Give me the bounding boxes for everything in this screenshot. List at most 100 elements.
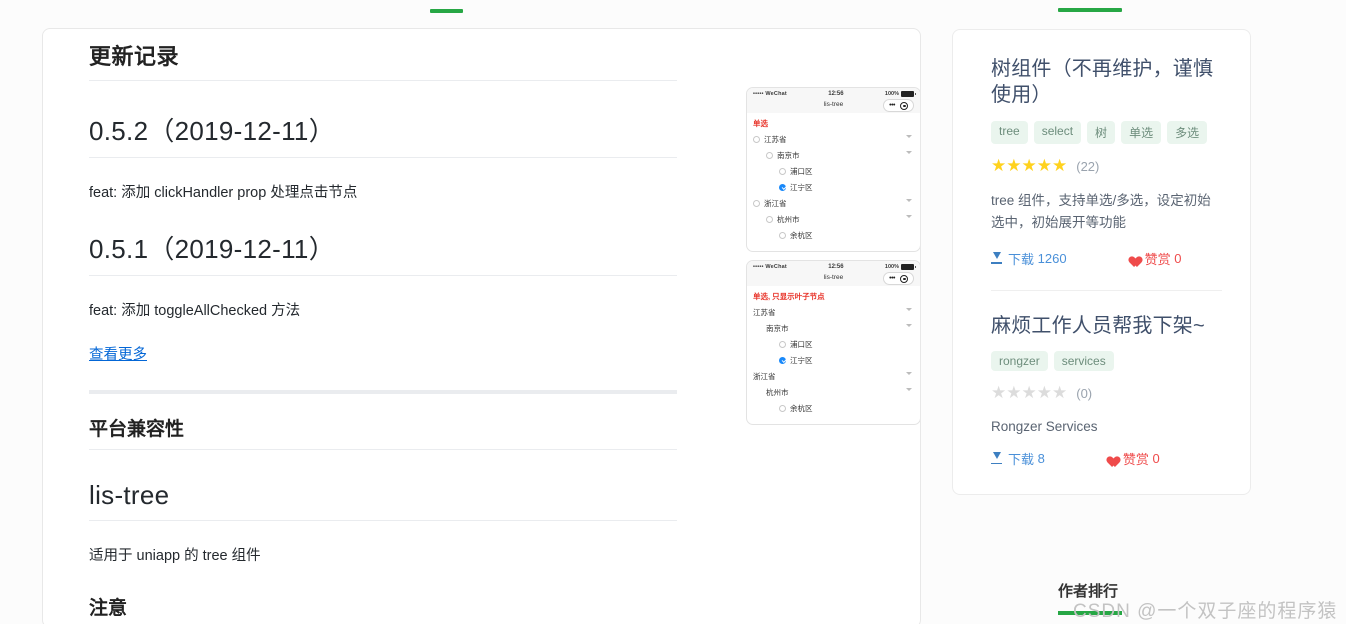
- radio-icon[interactable]: [779, 404, 786, 412]
- tree-node[interactable]: 余杭区: [753, 400, 914, 416]
- like-action[interactable]: 赞赏 0: [1104, 449, 1160, 468]
- tree-node[interactable]: 浦口区: [753, 163, 914, 179]
- radio-icon[interactable]: [766, 215, 773, 223]
- chevron-down-icon[interactable]: [906, 151, 912, 154]
- tree-node[interactable]: 江宁区: [753, 352, 914, 368]
- chevron-down-icon[interactable]: [906, 324, 912, 327]
- heart-icon: [1126, 251, 1139, 263]
- tree-node[interactable]: 浦口区: [753, 336, 914, 352]
- carrier-label: ••••• WeChat: [753, 91, 787, 97]
- close-target-icon[interactable]: [900, 274, 908, 283]
- tree-node-label: 杭州市: [777, 214, 800, 224]
- tree-node[interactable]: 余杭区: [753, 227, 914, 243]
- main-content-card: 更新记录 0.5.2（2019-12-11） feat: 添加 clickHan…: [42, 28, 921, 624]
- more-dots-icon[interactable]: •••: [889, 102, 895, 109]
- release-note-1: feat: 添加 toggleAllChecked 方法: [89, 303, 301, 320]
- download-icon: [991, 252, 1002, 264]
- top-tab-marker-right: [1058, 8, 1122, 12]
- radio-icon[interactable]: [779, 340, 786, 348]
- plugin-actions-0: 下载 1260 赞赏 0: [991, 249, 1216, 268]
- like-action[interactable]: 赞赏 0: [1126, 249, 1182, 268]
- nav-title: lis-tree: [823, 274, 844, 281]
- tree-node-label: 江苏省: [753, 307, 776, 317]
- release-version-1: 0.5.1（2019-12-11）: [89, 229, 677, 277]
- plugin-tag[interactable]: select: [1033, 120, 1082, 144]
- star-rating-icons: ★★★★★: [991, 384, 1067, 403]
- radio-icon[interactable]: [779, 231, 786, 239]
- plugin-title[interactable]: 树组件（不再维护，谨慎使用）: [991, 56, 1216, 109]
- star-icon: ★: [991, 382, 1007, 402]
- tree-node-label: 南京市: [766, 323, 789, 333]
- star-rating-icons: ★★★★★: [991, 157, 1067, 176]
- radio-checked-icon[interactable]: [779, 183, 786, 191]
- tree-node[interactable]: 南京市: [753, 320, 914, 336]
- tree-node[interactable]: 江宁区: [753, 179, 914, 195]
- tree-node-label: 江宁区: [790, 182, 813, 192]
- mockup-label: 单选: [753, 119, 768, 128]
- battery-icon: [901, 91, 916, 97]
- tree-node-label: 江宁区: [790, 355, 813, 365]
- phone-navbar: lis-tree •••: [747, 99, 920, 113]
- status-time: 12:56: [828, 264, 844, 270]
- tree-node[interactable]: 浙江省: [753, 368, 914, 384]
- star-icon: ★: [1036, 155, 1052, 175]
- tree-list-1: 江苏省 南京市 浦口区江宁区浙江省杭州市余杭区: [747, 131, 920, 251]
- chevron-down-icon[interactable]: [906, 199, 912, 202]
- plugin-tag[interactable]: services: [1053, 350, 1114, 371]
- chevron-down-icon[interactable]: [906, 135, 912, 138]
- phone-mockup-2[interactable]: ••••• WeChat 12:56 100% lis-tree ••• 单选,…: [746, 260, 920, 425]
- mockup-label: 单选, 只显示叶子节点: [753, 292, 825, 301]
- chevron-down-icon[interactable]: [906, 372, 912, 375]
- chevron-down-icon[interactable]: [906, 388, 912, 391]
- radio-icon[interactable]: [753, 135, 760, 143]
- download-count: 8: [1037, 450, 1045, 466]
- like-label: 赞赏: [1122, 451, 1149, 467]
- package-description: 适用于 uniapp 的 tree 组件: [89, 548, 261, 565]
- changelog-heading: 更新记录: [89, 39, 677, 81]
- tree-node[interactable]: 杭州市: [753, 384, 914, 400]
- tree-node[interactable]: 南京市: [753, 147, 914, 163]
- tree-node[interactable]: 江苏省: [753, 304, 914, 320]
- plugin-card-1[interactable]: 麻烦工作人员帮我下架~ rongzer services ★★★★★ (0) Ro…: [953, 313, 1250, 468]
- download-action[interactable]: 下载 1260: [991, 249, 1067, 268]
- tree-node-label: 余杭区: [790, 230, 813, 240]
- phone-navbar: lis-tree •••: [747, 272, 920, 286]
- page-root: 更新记录 0.5.2（2019-12-11） feat: 添加 clickHan…: [0, 0, 1346, 624]
- plugin-tag[interactable]: tree: [991, 120, 1028, 144]
- more-dots-icon[interactable]: •••: [889, 275, 895, 282]
- release-version-0: 0.5.2（2019-12-11）: [89, 111, 677, 158]
- star-icon: ★: [991, 155, 1007, 175]
- star-icon: ★: [1036, 382, 1052, 402]
- tree-node[interactable]: 江苏省: [753, 131, 914, 147]
- status-time: 12:56: [828, 91, 844, 97]
- radio-checked-icon[interactable]: [779, 356, 786, 364]
- csdn-watermark: CSDN @一个双子座的程序猿: [1073, 601, 1338, 622]
- radio-icon[interactable]: [766, 151, 773, 159]
- chevron-down-icon[interactable]: [906, 215, 912, 218]
- plugin-tag[interactable]: 多选: [1167, 120, 1208, 144]
- plugin-title[interactable]: 麻烦工作人员帮我下架~: [991, 313, 1216, 339]
- tree-node[interactable]: 浙江省: [753, 195, 914, 211]
- notice-heading: 注意: [89, 593, 677, 624]
- radio-icon[interactable]: [779, 167, 786, 175]
- compatibility-heading: 平台兼容性: [89, 414, 677, 451]
- carrier-label: ••••• WeChat: [753, 264, 787, 270]
- chevron-down-icon[interactable]: [906, 308, 912, 311]
- plugin-tag[interactable]: 树: [1087, 120, 1116, 144]
- download-action[interactable]: 下载 8: [991, 449, 1045, 468]
- plugin-tag[interactable]: rongzer: [991, 350, 1048, 371]
- view-more-link[interactable]: 查看更多: [89, 347, 147, 363]
- tree-node[interactable]: 杭州市: [753, 211, 914, 227]
- wechat-capsule-buttons[interactable]: •••: [883, 272, 914, 285]
- plugin-tag[interactable]: 单选: [1121, 120, 1162, 144]
- wechat-capsule-buttons[interactable]: •••: [883, 99, 914, 112]
- package-name-heading: lis-tree: [89, 480, 677, 522]
- radio-icon[interactable]: [753, 199, 760, 207]
- phone-mockup-1[interactable]: ••••• WeChat 12:56 100% lis-tree ••• 单选 …: [746, 87, 920, 252]
- plugin-card-0[interactable]: 树组件（不再维护，谨慎使用） tree select 树单选 多选 ★★★★★ (22…: [953, 56, 1250, 268]
- plugin-tags-0: tree select 树单选 多选: [991, 120, 1216, 144]
- plugin-rating-0: ★★★★★ (22): [991, 157, 1216, 176]
- close-target-icon[interactable]: [900, 101, 908, 110]
- battery-percent-label: 100%: [884, 264, 899, 270]
- battery-icon: [901, 264, 916, 270]
